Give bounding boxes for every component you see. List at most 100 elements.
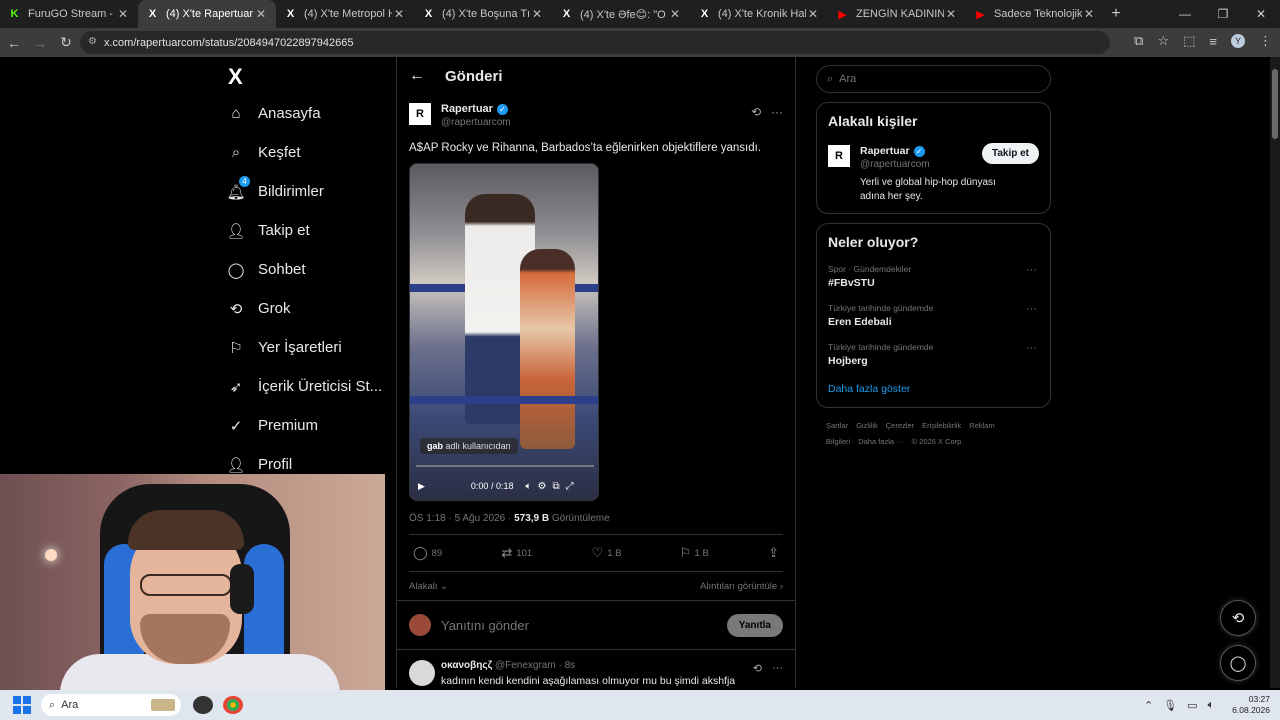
- footer-link[interactable]: © 2026 X Corp.: [912, 437, 964, 446]
- browser-tab[interactable]: X (4) X'te Metropol Haber: "✕: [276, 0, 414, 28]
- repost-action[interactable]: ⇄ 101: [501, 545, 532, 561]
- menu-icon[interactable]: ⋮: [1259, 33, 1272, 49]
- browser-tab[interactable]: K FuruGO Stream - Watch L✕: [0, 0, 138, 28]
- browser-tab[interactable]: ▶ Sadece Teknolojik Ürünle✕: [966, 0, 1104, 28]
- reload-icon[interactable]: ↻: [54, 34, 78, 51]
- network-icon[interactable]: ▭: [1187, 699, 1197, 712]
- browser-tab[interactable]: X (4) X'te Boşuna Tıklama: "✕: [414, 0, 552, 28]
- fullscreen-icon[interactable]: ⤢: [566, 481, 574, 492]
- trend-item[interactable]: Türkiye tarihinde gündemde Eren Edebali ··…: [828, 303, 1039, 328]
- volume-icon[interactable]: 🔈︎: [525, 481, 531, 492]
- trend-item[interactable]: Spor · Gündemdekiler #FBvSTU ···: [828, 264, 1039, 289]
- nav-item-grok[interactable]: ⟲ Grok: [220, 289, 395, 328]
- avatar[interactable]: R: [409, 103, 431, 125]
- back-arrow-icon[interactable]: ←: [2, 35, 26, 51]
- nav-item-rocket[interactable]: ➶ İçerik Üreticisi St...: [220, 367, 395, 406]
- author-handle[interactable]: @rapertuarcom: [441, 117, 511, 128]
- nav-item-person-add[interactable]: 👤︎ Takip et: [220, 211, 395, 250]
- avatar[interactable]: [409, 614, 431, 636]
- chevron-up-icon[interactable]: ⌃: [1144, 699, 1153, 712]
- footer-link[interactable]: Daha fazla ···: [858, 437, 903, 446]
- search-input[interactable]: ⌕ Ara: [816, 65, 1051, 93]
- clock[interactable]: 03:27 6.08.2026: [1232, 694, 1270, 716]
- footer-link[interactable]: Erişilebilirlik: [922, 421, 961, 430]
- nav-item-home[interactable]: ⌂ Anasayfa: [220, 94, 395, 133]
- more-options-icon[interactable]: ···: [771, 105, 783, 119]
- install-app-icon[interactable]: ⧉: [1134, 33, 1143, 49]
- nav-item-search[interactable]: ⌕ Keşfet: [220, 133, 395, 172]
- more-options-icon[interactable]: ···: [772, 662, 783, 675]
- avatar[interactable]: [409, 660, 435, 686]
- star-icon[interactable]: ☆: [1157, 33, 1169, 49]
- scrollbar-thumb[interactable]: [1272, 69, 1278, 139]
- close-tab-icon[interactable]: ✕: [944, 7, 958, 21]
- more-options-icon[interactable]: ···: [1026, 342, 1037, 354]
- app-icon[interactable]: [193, 696, 213, 714]
- more-options-icon[interactable]: ···: [1026, 303, 1037, 315]
- related-dropdown[interactable]: Alakalı ⌄: [409, 581, 448, 592]
- close-tab-icon[interactable]: ✕: [116, 7, 130, 21]
- media-control-icon[interactable]: ≡: [1209, 34, 1217, 49]
- reply-input[interactable]: Yanıtını gönder: [441, 618, 727, 633]
- messages-fab[interactable]: ◯: [1220, 645, 1256, 681]
- grok-icon[interactable]: ⟲: [753, 662, 762, 675]
- related-person[interactable]: R Rapertuar ✓ @rapertuarcom Yerli ve glo…: [828, 143, 1039, 203]
- close-tab-icon[interactable]: ✕: [530, 7, 544, 21]
- site-info-icon[interactable]: ⚙: [88, 36, 97, 47]
- new-tab-button[interactable]: +: [1104, 5, 1128, 23]
- chrome-icon[interactable]: [223, 696, 243, 714]
- view-quotes-link[interactable]: Alıntıları görüntüle ›: [700, 581, 783, 592]
- pip-icon[interactable]: ⧉: [552, 481, 559, 492]
- windows-start-icon[interactable]: [13, 696, 31, 714]
- footer-link[interactable]: Gizlilik: [856, 421, 878, 430]
- close-tab-icon[interactable]: ✕: [806, 7, 820, 21]
- close-tab-icon[interactable]: ✕: [392, 7, 406, 21]
- taskbar-search[interactable]: ⌕ Ara: [41, 694, 181, 716]
- comment-author[interactable]: οκανοβηςζ: [441, 660, 492, 671]
- reply-button[interactable]: Yanıtla: [726, 613, 783, 637]
- url-field[interactable]: ⚙ x.com/rapertuarcom/status/208494702289…: [80, 31, 1110, 54]
- settings-icon[interactable]: ⚙: [537, 481, 546, 492]
- browser-tab[interactable]: X (4) X'te Əfe😊: "O çanta r✕: [552, 0, 690, 28]
- grok-icon[interactable]: ⟲: [751, 105, 761, 119]
- grok-fab[interactable]: ⟲: [1220, 600, 1256, 636]
- play-icon[interactable]: ▶: [418, 481, 425, 492]
- more-options-icon[interactable]: ···: [1026, 264, 1037, 276]
- footer-link[interactable]: Çerezler: [886, 421, 914, 430]
- minimize-button[interactable]: —: [1166, 0, 1204, 28]
- nav-item-bell[interactable]: 🔔︎ 4 Bildirimler: [220, 172, 395, 211]
- author-name[interactable]: Rapertuar ✓: [441, 103, 511, 115]
- page-scrollbar[interactable]: [1270, 57, 1280, 688]
- browser-tab[interactable]: ▶ ZENGİN KADININ DEPOS✕: [828, 0, 966, 28]
- x-logo[interactable]: X: [220, 60, 395, 94]
- comment-handle[interactable]: @Fenexgram · 8s: [495, 660, 575, 671]
- browser-tab[interactable]: X (4) X'te Kronik Haber: "Bir✕: [690, 0, 828, 28]
- trend-item[interactable]: Türkiye tarihinde gündemde Hojberg ···: [828, 342, 1039, 367]
- nav-item-bookmark[interactable]: ⚐ Yer İşaretleri: [220, 328, 395, 367]
- nav-item-chat[interactable]: ◯ Sohbet: [220, 250, 395, 289]
- close-window-button[interactable]: ✕: [1242, 0, 1280, 28]
- footer-link[interactable]: Şartlar: [826, 421, 848, 430]
- post-timestamp[interactable]: ÖS 1:18 · 5 Ağu 2026 ·: [409, 513, 514, 524]
- volume-icon[interactable]: 🔈︎: [1208, 699, 1215, 712]
- microphone-icon[interactable]: 🎙︎: [1163, 699, 1177, 712]
- nav-item-verified[interactable]: ✓ Premium: [220, 406, 395, 445]
- video-player[interactable]: gab adlı kullanıcıdan ▶ 0:00 / 0:18 🔈︎ ⚙…: [409, 163, 599, 501]
- forward-arrow-icon[interactable]: →: [28, 35, 52, 51]
- bookmark-action[interactable]: ⚐ 1 B: [681, 545, 709, 561]
- close-tab-icon[interactable]: ✕: [254, 7, 268, 21]
- profile-avatar[interactable]: Y: [1231, 34, 1245, 48]
- avatar[interactable]: R: [828, 145, 850, 167]
- extensions-icon[interactable]: ⬚: [1183, 33, 1195, 49]
- close-tab-icon[interactable]: ✕: [1082, 7, 1096, 21]
- close-tab-icon[interactable]: ✕: [668, 7, 682, 21]
- reply-action[interactable]: ◯ 89: [413, 545, 442, 561]
- show-more-link[interactable]: Daha fazla göster: [828, 383, 1039, 395]
- browser-tab[interactable]: X (4) X'te Rapertuar: "A$AP✕: [138, 0, 276, 28]
- follow-button[interactable]: Takip et: [981, 143, 1039, 164]
- like-action[interactable]: ♡ 1 B: [592, 545, 622, 561]
- video-progress-bar[interactable]: [416, 465, 594, 467]
- share-action[interactable]: ⇪: [768, 545, 779, 561]
- maximize-button[interactable]: ❐: [1204, 0, 1242, 28]
- back-arrow-icon[interactable]: ←: [409, 67, 439, 85]
